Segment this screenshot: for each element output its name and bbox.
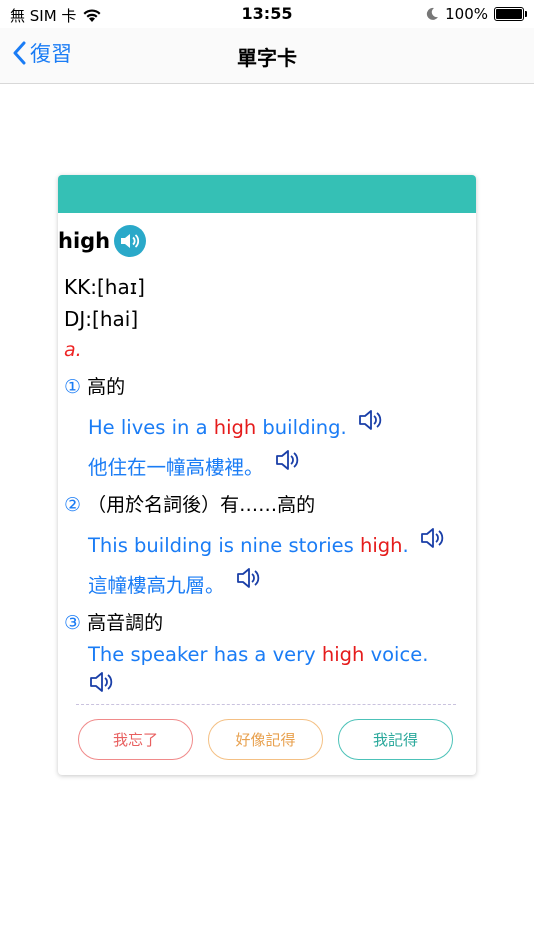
sense-2: ② （用於名詞後）有……高的 [64, 490, 315, 517]
example-highlight: high [359, 534, 403, 557]
maybe-remember-button[interactable]: 好像記得 [208, 719, 323, 760]
card-header [58, 175, 476, 213]
status-bar: 無 SIM 卡 13:55 100% [0, 0, 534, 28]
remember-button[interactable]: 我記得 [338, 719, 453, 760]
example-audio-button[interactable] [274, 447, 300, 478]
navigation-bar: 復習 單字卡 [0, 28, 534, 84]
example-en-2: This building is nine stories high. [88, 528, 445, 562]
example-translation: 這幢樓高九層。 [88, 574, 225, 597]
page-title: 單字卡 [237, 46, 297, 70]
speaker-outline-icon [275, 450, 298, 470]
example-audio-button[interactable] [419, 525, 445, 556]
example-zh-1: 他住在一幢高樓裡。 [88, 450, 300, 484]
example-zh-2: 這幢樓高九層。 [88, 568, 261, 602]
sense-3: ③ 高音調的 [64, 608, 163, 635]
example-translation: 他住在一幢高樓裡。 [88, 456, 264, 479]
battery-icon [494, 7, 527, 21]
example-text: He lives in a [88, 416, 214, 439]
divider [76, 704, 456, 705]
speaker-outline-icon [421, 528, 444, 548]
sense-number: ② [64, 494, 82, 516]
word-audio-button[interactable] [114, 225, 147, 257]
sense-definition: 高音調的 [87, 612, 164, 634]
example-text: voice. [364, 643, 429, 666]
dj-phonetic: DJ:[hai] [64, 307, 139, 331]
example-audio-row-3 [88, 669, 114, 700]
example-highlight: high [213, 416, 257, 439]
battery-fill [496, 9, 522, 19]
sense-definition: 高的 [87, 376, 126, 398]
speaker-outline-icon [90, 672, 113, 692]
example-audio-button[interactable] [235, 565, 261, 596]
example-text: This building is nine stories [88, 534, 360, 557]
example-text: The speaker has a very [88, 643, 322, 666]
example-en-1: He lives in a high building. [88, 410, 383, 444]
word-title: high [58, 229, 111, 253]
speaker-outline-icon [359, 410, 382, 430]
sense-definition: （用於名詞後）有……高的 [87, 494, 316, 516]
example-en-3: The speaker has a very high voice. [88, 643, 428, 666]
forgot-button[interactable]: 我忘了 [78, 719, 193, 760]
example-audio-button[interactable] [357, 407, 383, 438]
sense-number: ① [64, 376, 82, 398]
example-audio-button[interactable] [88, 669, 114, 700]
example-highlight: high [321, 643, 365, 666]
moon-icon [426, 7, 439, 20]
example-text: . [402, 534, 409, 557]
example-text: building. [256, 416, 347, 439]
word-row: high [58, 225, 147, 257]
battery-percent: 100% [445, 5, 488, 23]
sense-number: ③ [64, 612, 82, 634]
word-card: high KK:[haɪ] DJ:[hai] a. ① 高的 He lives … [58, 175, 476, 775]
sense-1: ① 高的 [64, 372, 125, 399]
kk-phonetic: KK:[haɪ] [64, 275, 145, 299]
part-of-speech: a. [64, 339, 82, 361]
speaker-outline-icon [236, 568, 259, 588]
speaker-icon [121, 234, 140, 248]
status-right: 100% [425, 5, 527, 23]
